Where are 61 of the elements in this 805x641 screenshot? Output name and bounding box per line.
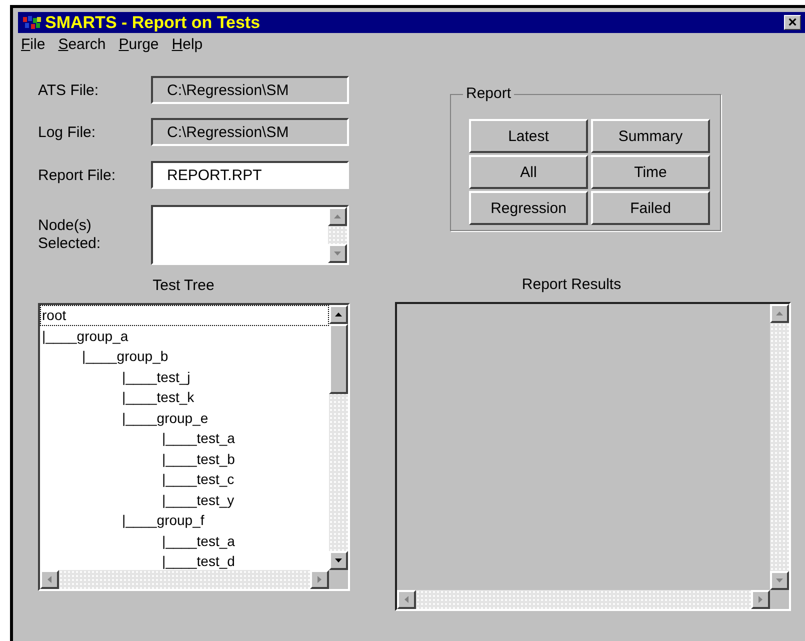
report-button[interactable]: Regression bbox=[469, 191, 588, 225]
arrow-right-icon bbox=[756, 595, 765, 604]
tree-item[interactable]: |____group_b bbox=[40, 346, 329, 366]
arrow-right-icon bbox=[315, 575, 324, 584]
tree-item[interactable]: |____group_a bbox=[40, 326, 329, 346]
readonly-field[interactable]: C:\Regression\SM bbox=[151, 76, 349, 104]
tree-list[interactable]: root |____group_a |____group_b |____test_j |____test_k |____group_e |____test_a |____test_b |____test_c |____test_y |____group_f |____test_a |____test_d bbox=[38, 303, 350, 591]
arrow-left-icon bbox=[45, 575, 54, 584]
input-field[interactable]: REPORT.RPT bbox=[151, 161, 349, 189]
arrow-left-icon bbox=[402, 595, 411, 604]
menu-item[interactable]: Purge bbox=[118, 36, 159, 58]
tree-item[interactable]: |____test_j bbox=[40, 366, 329, 387]
scrollbar-track[interactable] bbox=[328, 226, 347, 244]
arrow-up-icon bbox=[775, 309, 784, 318]
report-button[interactable]: All bbox=[469, 155, 588, 189]
report-button[interactable]: Summary bbox=[591, 119, 710, 153]
scroll-up-button[interactable] bbox=[328, 207, 347, 226]
tree-item[interactable]: |____test_c bbox=[40, 469, 329, 490]
arrow-up-icon bbox=[334, 310, 343, 319]
scroll-down-button[interactable] bbox=[328, 244, 347, 263]
field-label: ATS File: bbox=[38, 82, 100, 98]
arrow-down-icon bbox=[775, 576, 784, 585]
scroll-right-button[interactable] bbox=[751, 590, 770, 609]
arrow-down-icon bbox=[333, 249, 342, 258]
readonly-field[interactable]: C:\Regression\SM bbox=[151, 118, 349, 146]
menu-item[interactable]: Help bbox=[172, 36, 203, 58]
field-label: Report File: bbox=[38, 166, 117, 184]
scroll-right-button[interactable] bbox=[310, 570, 329, 589]
report-button[interactable]: Latest bbox=[469, 119, 588, 153]
tree-item[interactable]: |____test_y bbox=[40, 490, 329, 510]
report-button[interactable]: Time bbox=[591, 155, 710, 189]
tree-item[interactable]: |____test_a bbox=[40, 428, 329, 448]
menu-item[interactable]: Search bbox=[58, 36, 106, 58]
tree-item[interactable]: |____group_e bbox=[40, 408, 329, 428]
menu-item[interactable]: File bbox=[21, 36, 46, 58]
scroll-up-button[interactable] bbox=[770, 304, 789, 323]
field-label: Log File: bbox=[38, 124, 97, 140]
close-button[interactable]: × bbox=[784, 15, 801, 30]
scrollbar-thumb[interactable] bbox=[329, 324, 348, 394]
scrollbar-corner bbox=[329, 570, 348, 589]
tree-item[interactable]: |____test_k bbox=[40, 387, 329, 408]
section-title: Report Results bbox=[520, 276, 622, 295]
app-icon bbox=[22, 14, 42, 30]
tree-item[interactable]: |____test_a bbox=[40, 530, 329, 551]
section-title: Test Tree bbox=[152, 277, 216, 296]
report-button[interactable]: Failed bbox=[591, 191, 710, 225]
scroll-down-button[interactable] bbox=[329, 551, 348, 570]
tree-item[interactable]: |____test_d bbox=[40, 551, 329, 570]
arrow-down-icon bbox=[334, 556, 343, 565]
tree-item[interactable]: root bbox=[40, 305, 329, 326]
field-label: Node(s) Selected: bbox=[38, 217, 102, 253]
arrow-up-icon bbox=[333, 212, 342, 221]
tree-item[interactable]: |____test_b bbox=[40, 448, 329, 469]
scroll-up-button[interactable] bbox=[329, 305, 348, 324]
scroll-left-button[interactable] bbox=[397, 590, 416, 609]
scroll-down-button[interactable] bbox=[770, 571, 789, 590]
group-title: Report bbox=[463, 85, 514, 102]
scroll-left-button[interactable] bbox=[40, 570, 59, 589]
window-title: SMARTS - Report on Tests bbox=[45, 12, 262, 32]
node-list[interactable] bbox=[151, 205, 349, 265]
tree-item[interactable]: |____group_f bbox=[40, 510, 329, 530]
